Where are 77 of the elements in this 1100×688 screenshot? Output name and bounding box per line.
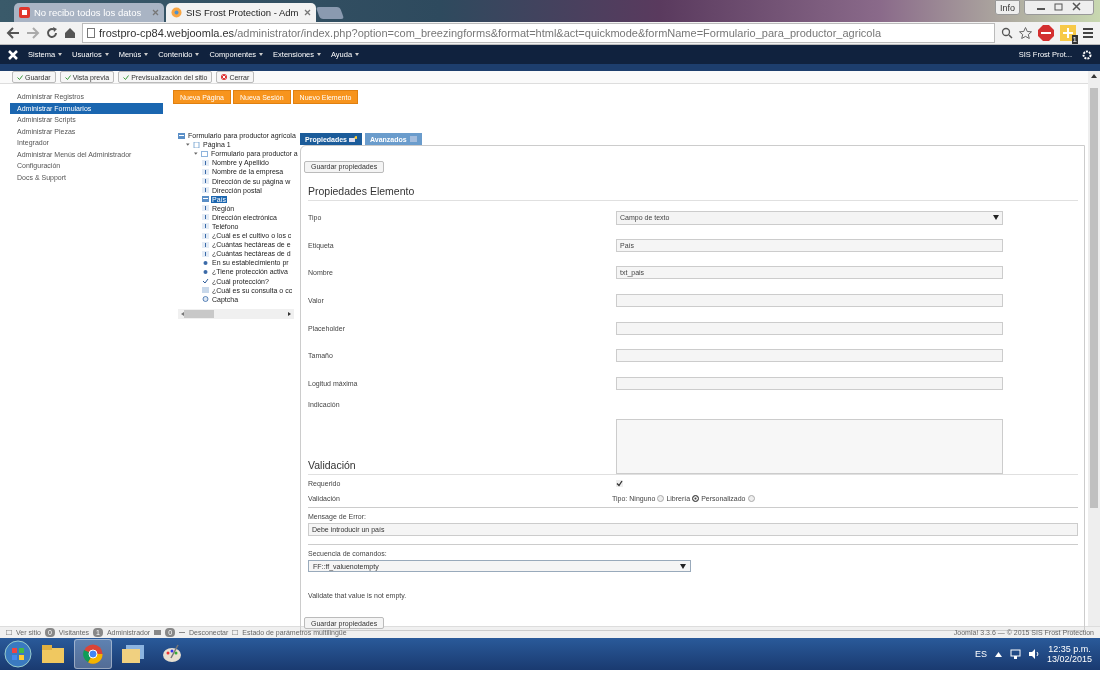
caret-icon: [58, 53, 63, 56]
window-switcher-icon[interactable]: [122, 645, 144, 663]
vertical-scrollbar[interactable]: [1088, 71, 1100, 626]
text-field-icon: [202, 241, 209, 248]
text-field-icon: [202, 223, 209, 230]
minus-icon: [179, 631, 186, 634]
section-heading: Validación: [308, 459, 1078, 476]
address-bar[interactable]: frostpro-cp84.webjoomla.es/administrator/index.php?option=com_breezingforms&format=html&act=quickmode&formName=Formulario_para_productor_agricola: [82, 23, 995, 43]
properties-icon: [349, 136, 357, 142]
section-icon: [201, 150, 208, 157]
language-indicator[interactable]: ES: [974, 649, 987, 659]
folder-icon[interactable]: [42, 645, 64, 663]
page-icon: [193, 141, 200, 148]
text-field-icon: [202, 168, 209, 175]
browser-tab[interactable]: SIS Frost Protection - Adm: [166, 3, 316, 22]
text-field-icon: [202, 178, 209, 184]
expand-arrow-icon[interactable]: [186, 141, 191, 148]
scroll-up-icon[interactable]: [1091, 74, 1097, 78]
site-logo-icon: [19, 7, 30, 18]
text-field-icon: [202, 187, 209, 194]
stop-sign-icon[interactable]: [1038, 25, 1054, 41]
window-controls-drawing[interactable]: [1024, 0, 1094, 15]
menu-icon[interactable]: [1082, 27, 1094, 39]
input-field[interactable]: [616, 321, 1003, 335]
clock[interactable]: 12:35 p.m. 13/02/2015: [1046, 644, 1092, 664]
search-icon[interactable]: [1001, 27, 1013, 39]
text-field-icon: [202, 214, 209, 221]
radio-button[interactable]: [657, 495, 665, 503]
text-field-icon: [202, 205, 209, 212]
speaker-icon[interactable]: [1028, 649, 1039, 659]
scroll-right-icon[interactable]: [288, 311, 291, 316]
text-field-icon: [202, 250, 209, 257]
captcha-icon: [202, 296, 209, 303]
caret-icon: [680, 563, 686, 569]
caret-icon: [104, 53, 109, 56]
caret-icon: [993, 215, 999, 221]
reload-icon[interactable]: [46, 27, 58, 39]
form-icon: [202, 196, 209, 203]
new-tab-button[interactable]: [315, 7, 345, 19]
network-icon[interactable]: [1009, 649, 1021, 659]
settings-icon[interactable]: [1082, 49, 1092, 60]
home-icon[interactable]: [64, 27, 76, 39]
caret-icon: [355, 53, 360, 56]
close-icon[interactable]: [304, 9, 311, 16]
check-icon: [17, 74, 23, 80]
paint-palette-icon[interactable]: [162, 644, 182, 664]
text-field-icon: [202, 232, 209, 239]
caret-icon: [316, 53, 321, 56]
extension-icon[interactable]: [1060, 25, 1076, 41]
radio-button[interactable]: [692, 495, 700, 503]
list-icon: [408, 136, 417, 142]
caret-icon: [195, 53, 200, 56]
cancel-icon: [221, 74, 228, 80]
browser-icon[interactable]: [83, 644, 103, 664]
caret-icon: [259, 53, 264, 56]
text-field-icon: [202, 159, 209, 166]
start-button-icon[interactable]: [4, 640, 32, 668]
check-icon: [123, 74, 130, 80]
star-icon[interactable]: [1019, 27, 1032, 39]
required-checkbox[interactable]: [616, 480, 623, 488]
textarea-icon: [202, 287, 209, 294]
horizontal-scrollbar[interactable]: [178, 308, 294, 319]
check-icon: [64, 74, 71, 80]
input-field[interactable]: [616, 376, 1003, 390]
checkbox-icon: [202, 278, 209, 285]
back-icon[interactable]: [6, 27, 20, 39]
radio-button[interactable]: [747, 495, 755, 503]
caret-icon: [144, 53, 149, 56]
info-button[interactable]: Info: [995, 0, 1020, 15]
input-field[interactable]: [616, 349, 1003, 363]
page-icon: [87, 28, 95, 38]
expand-arrow-icon[interactable]: [194, 150, 199, 157]
show-hidden-icons-icon[interactable]: [994, 651, 1002, 657]
section-heading: Propiedades Elemento: [308, 185, 1078, 201]
form-icon: [178, 132, 185, 139]
extension-badge: 1: [1071, 35, 1078, 44]
input-field[interactable]: [616, 294, 1003, 308]
